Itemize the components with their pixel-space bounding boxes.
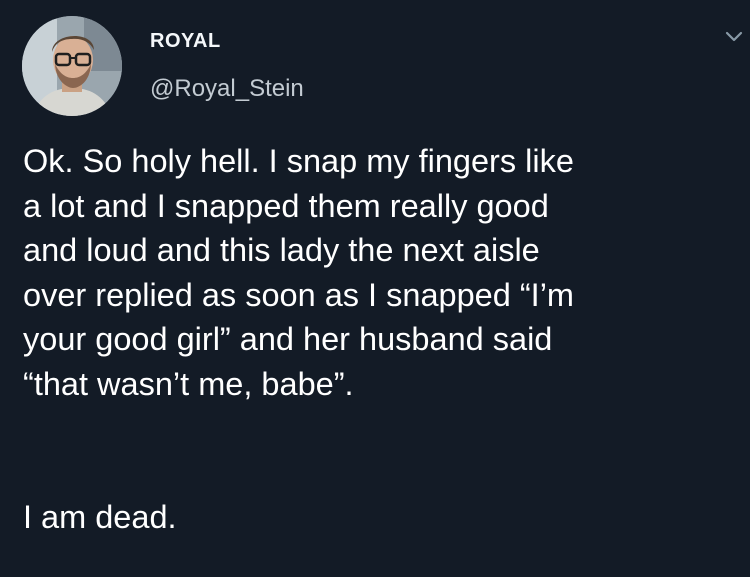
tweet-text-line: a lot and I snapped them really good xyxy=(23,187,549,224)
avatar[interactable] xyxy=(22,16,122,116)
tweet-card: ROYAL @Royal_Stein Ok. So holy hell. I s… xyxy=(0,0,750,577)
tweet-text-line: over replied as soon as I snapped “I’m xyxy=(23,276,574,313)
chevron-down-icon[interactable] xyxy=(725,30,743,42)
tweet-text-line: and loud and this lady the next aisle xyxy=(23,232,540,268)
user-handle[interactable]: @Royal_Stein xyxy=(150,75,304,103)
display-name[interactable]: ROYAL xyxy=(150,30,221,53)
tweet-text-line: “that wasn’t me, babe”. xyxy=(23,365,354,402)
tweet-text-line: your good girl” and her husband said xyxy=(23,321,553,357)
avatar-photo xyxy=(22,16,122,116)
tweet-text-line: Ok. So holy hell. I snap my fingers like xyxy=(23,143,574,179)
tweet-closing-line: I am dead. xyxy=(23,499,177,535)
tweet-text: Ok. So holy hell. I snap my fingers like… xyxy=(23,139,745,540)
